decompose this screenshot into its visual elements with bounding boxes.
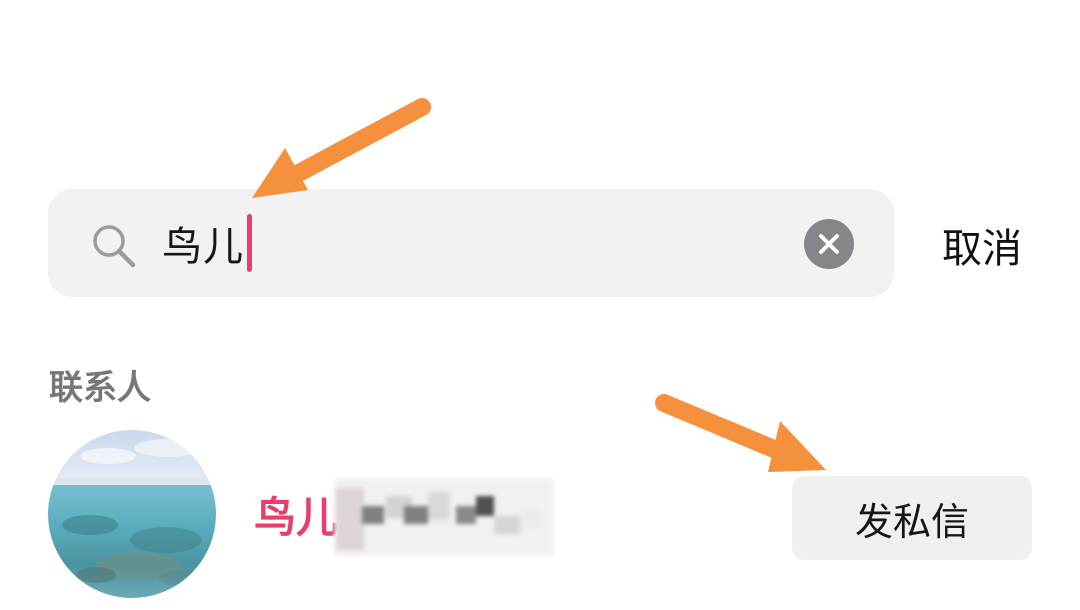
search-input[interactable]: 鸟儿: [162, 210, 252, 276]
avatar-image: [48, 430, 216, 598]
avatar[interactable]: [48, 430, 216, 598]
text-cursor: [247, 214, 252, 272]
search-icon: [93, 225, 136, 268]
cancel-button[interactable]: 取消: [942, 214, 1042, 276]
clear-search-button[interactable]: [804, 219, 854, 269]
search-page: 鸟儿 取消 联系人 鸟儿 发私信: [0, 0, 1080, 610]
search-query: 鸟儿: [162, 224, 244, 270]
contact-name[interactable]: 鸟儿: [254, 484, 338, 545]
send-message-button[interactable]: 发私信: [792, 476, 1032, 560]
clear-icon: [819, 234, 839, 254]
section-title-contacts: 联系人: [49, 368, 151, 408]
name-mosaic: [334, 478, 554, 556]
